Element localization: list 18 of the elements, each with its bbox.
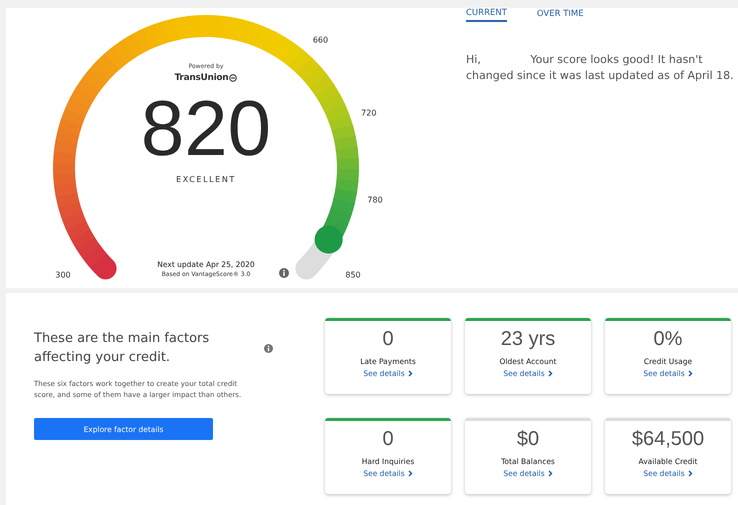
credit-score: 820 bbox=[140, 89, 272, 167]
factor-value: $0 bbox=[516, 426, 540, 450]
scale-label: 850 bbox=[345, 270, 361, 280]
scale-label: 300 bbox=[55, 270, 71, 280]
view-tab[interactable]: OVER TIME bbox=[536, 8, 584, 22]
scale-label: 720 bbox=[361, 108, 376, 118]
factor-value: 0 bbox=[382, 426, 394, 450]
view-tab[interactable]: CURRENT bbox=[466, 8, 507, 22]
greeting-message: Hi, Your score looks good! It hasn't changed since it was last updated as of April 18. bbox=[466, 52, 735, 84]
factors-heading: These are the main factors affecting your credit. bbox=[34, 330, 210, 367]
brand-logo-text: TransUnion bbox=[174, 73, 228, 83]
factor-value: 0% bbox=[654, 327, 682, 351]
scale-label: 660 bbox=[312, 35, 328, 44]
factor-value: 0 bbox=[382, 327, 394, 351]
score-rating: EXCELLENT bbox=[176, 175, 236, 184]
scale-label: 780 bbox=[367, 195, 383, 204]
factor-value: $64,500 bbox=[632, 426, 704, 450]
factor-value: 23 yrs bbox=[500, 327, 556, 351]
